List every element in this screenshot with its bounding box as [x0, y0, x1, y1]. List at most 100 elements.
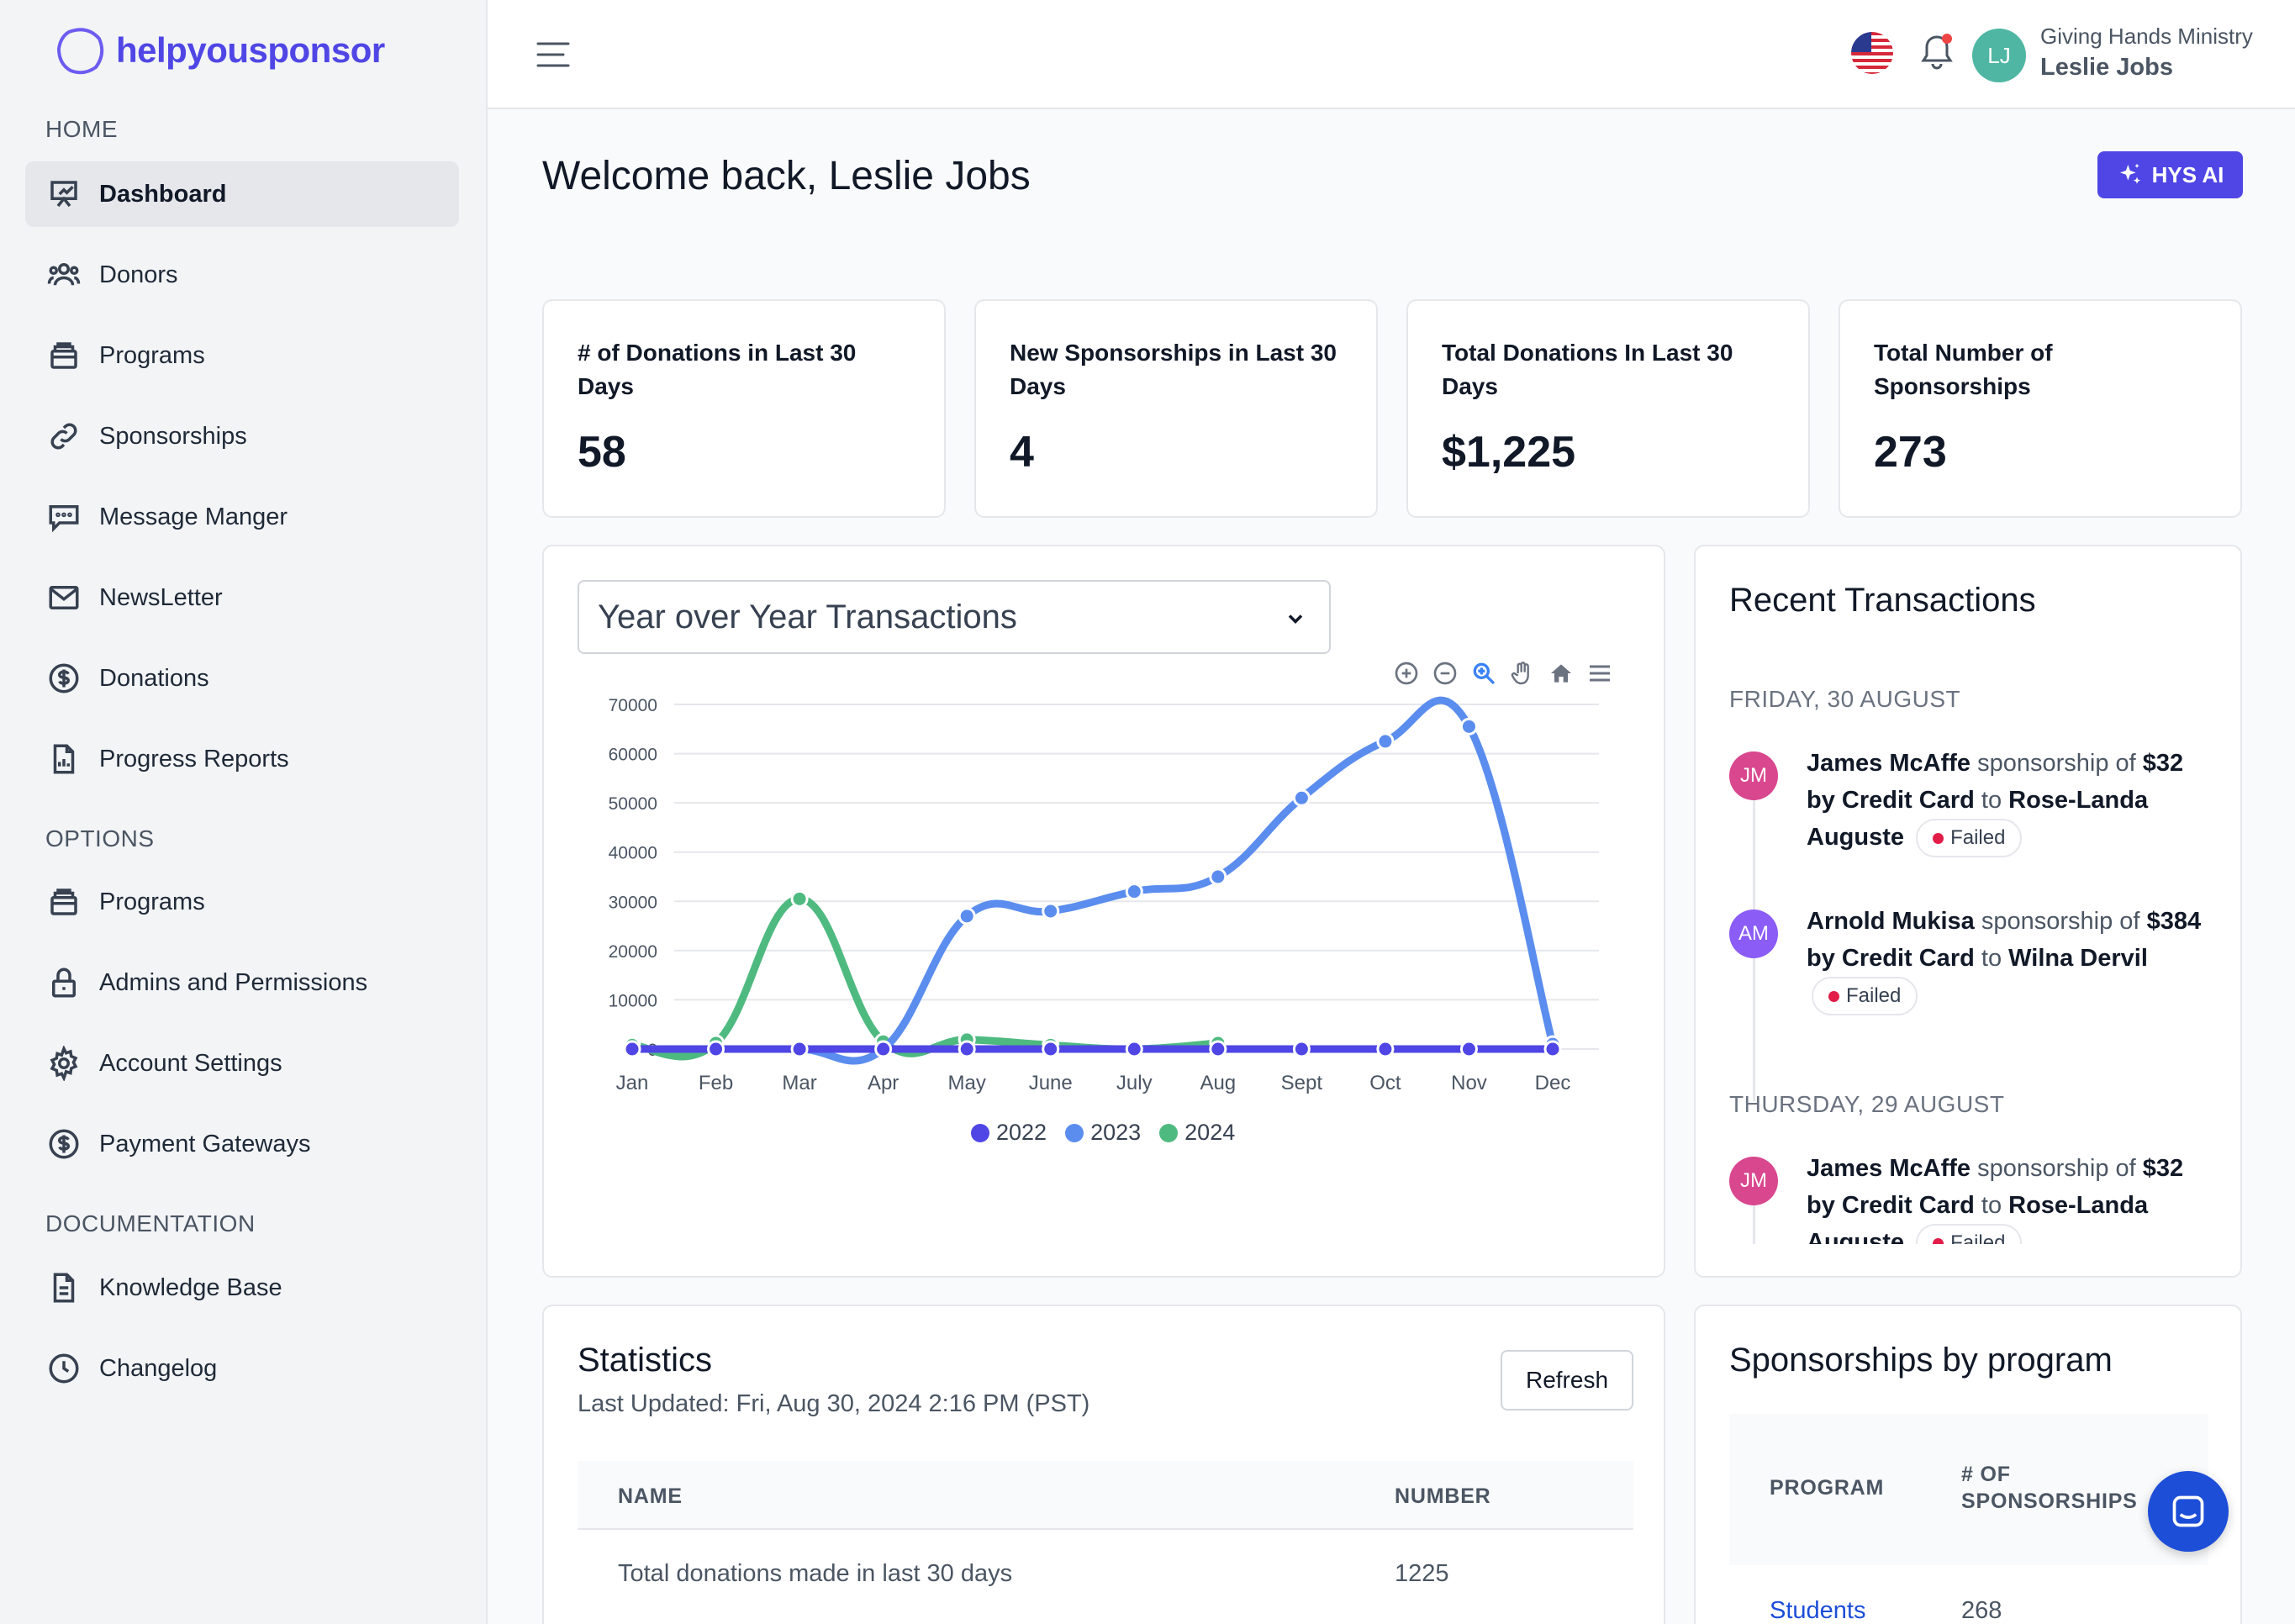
sidebar-item-options-programs[interactable]: Programs: [25, 869, 459, 935]
archive-box-icon: [45, 337, 82, 374]
chat-launcher-button[interactable]: [2148, 1471, 2229, 1552]
chart-legend: 2022 2023 2024: [971, 1120, 1235, 1146]
status-dot: [1933, 832, 1944, 844]
sidebar-item-donors[interactable]: Donors: [25, 242, 459, 308]
transaction-item[interactable]: James McAffe sponsorship of $32 by Credi…: [1807, 745, 2218, 858]
x-tick-label: Jan: [616, 1072, 649, 1094]
hys-ai-button[interactable]: HYS AI: [2097, 151, 2243, 198]
recipient-name: Wilna Dervil: [2008, 945, 2148, 972]
sidebar-item-payment-gateways[interactable]: Payment Gateways: [25, 1111, 459, 1177]
line-chart: 010000200003000040000500006000070000Jan F…: [609, 696, 1599, 1094]
data-point-2022: [1042, 1040, 1060, 1058]
column-header-name[interactable]: NAME: [618, 1484, 683, 1509]
stat-value: $1,225: [1442, 428, 1576, 477]
legend-label-2024[interactable]: 2024: [1184, 1120, 1235, 1146]
link-icon: [45, 418, 82, 455]
data-point-2022: [1292, 1040, 1311, 1058]
menu-icon[interactable]: [536, 40, 570, 69]
statistics-title: Statistics: [578, 1342, 713, 1379]
column-header-program[interactable]: PROGRAM: [1770, 1474, 1884, 1501]
dollar-circle-icon: [45, 660, 82, 697]
sidebar-item-message-manager[interactable]: Message Manger: [25, 484, 459, 550]
users-icon: [45, 256, 82, 293]
presentation-chart-icon: [45, 176, 82, 213]
document-icon: [45, 1269, 82, 1306]
sidebar-item-account-settings[interactable]: Account Settings: [25, 1031, 459, 1096]
sidebar-item-label: Donations: [99, 664, 209, 692]
gear-icon: [45, 1045, 82, 1082]
sidebar-item-label: Dashboard: [99, 180, 227, 208]
user-name[interactable]: Leslie Jobs: [2040, 54, 2173, 82]
column-header-sponsorships[interactable]: # OF SPONSORSHIPS: [1961, 1461, 2146, 1515]
recent-transactions-title: Recent Transactions: [1729, 582, 2036, 619]
stat-card-new-sponsorships: New Sponsorships in Last 30 Days 4: [974, 299, 1378, 518]
chart-card: Year over Year Transactions 0 10000 20000 3…: [542, 545, 1665, 1278]
y-tick-label: 30000: [609, 893, 657, 912]
sidebar-item-label: Payment Gateways: [99, 1130, 311, 1157]
legend-label-2022[interactable]: 2022: [996, 1120, 1047, 1146]
data-point-2022: [1543, 1040, 1562, 1058]
section-documentation: DOCUMENTATION: [45, 1210, 256, 1236]
data-point-2023: [958, 907, 976, 925]
table-header: PROGRAM # OF SPONSORSHIPS: [1729, 1414, 2208, 1565]
day-heading: FRIDAY, 30 AUGUST: [1729, 686, 1961, 712]
refresh-button[interactable]: Refresh: [1501, 1350, 1633, 1410]
us-flag-icon[interactable]: [1851, 32, 1893, 74]
sidebar-item-donations[interactable]: Donations: [25, 646, 459, 711]
avatar: AM: [1729, 910, 1778, 958]
transaction-verb: sponsorship of: [1977, 1155, 2136, 1182]
program-link[interactable]: Students: [1770, 1597, 1865, 1624]
y-tick-label: 20000: [609, 942, 657, 962]
statistics-card: Statistics Last Updated: Fri, Aug 30, 20…: [542, 1305, 1665, 1624]
legend-label-2023[interactable]: 2023: [1090, 1120, 1141, 1146]
sidebar-item-knowledge-base[interactable]: Knowledge Base: [25, 1255, 459, 1321]
sidebar-item-dashboard[interactable]: Dashboard: [25, 161, 459, 227]
data-point-2022: [1125, 1040, 1143, 1058]
sidebar-item-label: Donors: [99, 261, 178, 288]
status-badge: Failed: [1916, 819, 2023, 858]
transaction-item[interactable]: Arnold Mukisa sponsorship of $384 by Cre…: [1807, 903, 2218, 1016]
column-header-number[interactable]: NUMBER: [1395, 1484, 1491, 1509]
stat-value: 273: [1874, 428, 1947, 477]
data-point-2022: [790, 1040, 809, 1058]
row-name: Total donations made in last 30 days: [618, 1560, 1013, 1587]
y-tick-label: 50000: [609, 794, 657, 814]
clock-icon: [45, 1350, 82, 1387]
sponsorships-by-program-card: Sponsorships by program PROGRAM # OF SPO…: [1694, 1305, 2242, 1624]
sidebar-item-admins[interactable]: Admins and Permissions: [25, 950, 459, 1015]
status-dot: [1828, 990, 1839, 1002]
y-tick-label: 60000: [609, 746, 657, 765]
stat-label: New Sponsorships in Last 30 Days: [1010, 340, 1337, 399]
data-point-2023: [1459, 717, 1478, 736]
legend-marker-2022: [971, 1123, 989, 1142]
y-tick-label: 40000: [609, 844, 657, 863]
x-tick-label: July: [1116, 1072, 1153, 1094]
scroll-mask: [1696, 1244, 2240, 1276]
sidebar-item-newsletter[interactable]: NewsLetter: [25, 565, 459, 630]
sidebar-item-programs[interactable]: Programs: [25, 323, 459, 388]
stat-card-total-donations: Total Donations In Last 30 Days $1,225: [1406, 299, 1810, 518]
sidebar-item-changelog[interactable]: Changelog: [25, 1336, 459, 1401]
data-point-2022: [1376, 1040, 1395, 1058]
sidebar-item-sponsorships[interactable]: Sponsorships: [25, 403, 459, 469]
x-tick-label: Oct: [1369, 1072, 1401, 1094]
lock-icon: [45, 964, 82, 1001]
data-point-2022: [623, 1040, 641, 1058]
stat-label: Total Number of Sponsorships: [1874, 340, 2053, 399]
avatar[interactable]: LJ: [1972, 29, 2026, 82]
transaction-to: to: [1981, 1192, 2002, 1219]
logo-icon: [56, 28, 104, 75]
report-icon: [45, 741, 82, 778]
bell-icon[interactable]: [1917, 30, 1957, 74]
sidebar-item-label: Programs: [99, 888, 205, 915]
transaction-verb: sponsorship of: [1981, 908, 2140, 935]
table-header: NAME NUMBER: [578, 1461, 1633, 1530]
sidebar-item-label: NewsLetter: [99, 583, 223, 611]
data-point-2024: [790, 889, 809, 908]
brand-logo[interactable]: helpyousponsor: [54, 24, 385, 77]
x-tick-label: Aug: [1200, 1072, 1236, 1094]
sidebar-item-progress-reports[interactable]: Progress Reports: [25, 726, 459, 792]
stat-label: # of Donations in Last 30 Days: [578, 340, 857, 399]
y-tick-label: 70000: [609, 696, 657, 715]
x-tick-label: Apr: [868, 1072, 899, 1094]
